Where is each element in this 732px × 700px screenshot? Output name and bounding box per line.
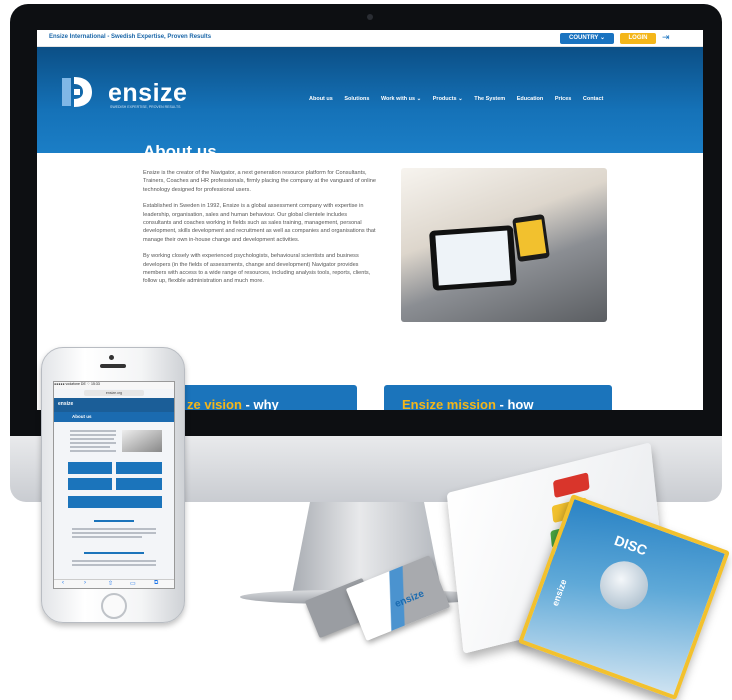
mobile-logo[interactable]: ensize (58, 401, 73, 407)
speaker-grille (100, 364, 126, 368)
devices-photo (401, 168, 607, 322)
nav-the-system[interactable]: The System (474, 96, 505, 102)
mobile-card[interactable] (68, 478, 112, 490)
mission-card[interactable]: Ensize mission - how (384, 385, 612, 410)
mobile-page-title: About us (72, 414, 92, 419)
mobile-card[interactable] (68, 462, 112, 474)
page-title: About us (143, 142, 217, 161)
main-nav: About us Solutions Work with us ⌄ Produc… (309, 96, 613, 102)
mobile-photo (122, 430, 162, 452)
mobile-toolbar: ‹ › ⇧ ▭ ⧉ (54, 579, 174, 588)
tabs-icon[interactable]: ⧉ (154, 580, 158, 587)
nav-contact[interactable]: Contact (583, 96, 603, 102)
mobile-header: ensize (54, 398, 174, 412)
back-icon[interactable]: ‹ (62, 580, 64, 586)
paragraph: Established in Sweden in 1992, Ensize is… (143, 203, 376, 243)
phone-image (512, 213, 550, 263)
mobile-card[interactable] (116, 478, 162, 490)
nav-work-with-us[interactable]: Work with us ⌄ (381, 96, 421, 102)
mobile-card[interactable] (116, 462, 162, 474)
nav-prices[interactable]: Prices (555, 96, 572, 102)
top-bar: Ensize International - Swedish Expertise… (37, 30, 703, 47)
tagline[interactable]: Ensize International - Swedish Expertise… (49, 34, 211, 40)
sign-in-icon[interactable]: ⇥ (662, 32, 670, 43)
ensize-logo-icon[interactable] (62, 75, 94, 109)
login-button[interactable]: LOGIN (620, 33, 656, 44)
nav-solutions[interactable]: Solutions (344, 96, 369, 102)
forward-icon[interactable]: › (84, 580, 86, 586)
nav-education[interactable]: Education (517, 96, 544, 102)
nav-products[interactable]: Products ⌄ (433, 96, 463, 102)
brochure-title: DISC (612, 531, 650, 559)
mission-card-title: - how (495, 397, 534, 410)
mobile-status-bar: ●●●●● vodafone DE ⌔ 15:33 (54, 382, 174, 389)
bookmarks-icon[interactable]: ▭ (130, 580, 136, 587)
brochure-brand: ensize (549, 577, 569, 608)
front-camera-icon (109, 355, 114, 360)
moon-image (593, 554, 655, 617)
mobile-card[interactable] (68, 496, 162, 508)
paragraph: By working closely with experienced psyc… (143, 253, 371, 285)
site-header: ensize SWEDISH EXPERTISE, PROVEN RESULTS… (37, 47, 703, 161)
home-button[interactable] (101, 593, 127, 619)
business-card-brand: ensize (393, 588, 426, 611)
nav-about-us[interactable]: About us (309, 96, 333, 102)
iphone: ●●●●● vodafone DE ⌔ 15:33 ensize.org ens… (41, 347, 185, 623)
tablet-image (429, 225, 517, 291)
mobile-title-bar: About us (54, 412, 174, 422)
country-button[interactable]: COUNTRY ⌄ (560, 33, 614, 44)
paragraph: Ensize is the creator of the Navigator, … (143, 170, 376, 193)
about-text: Ensize is the creator of the Navigator, … (143, 169, 376, 294)
vision-card-highlight: ze vision (187, 397, 242, 410)
vision-card-title: - why (241, 397, 279, 410)
camera-icon (367, 14, 373, 20)
mission-card-highlight: Ensize mission (402, 397, 496, 410)
logo-subtitle: SWEDISH EXPERTISE, PROVEN RESULTS (110, 105, 181, 109)
iphone-screen: ●●●●● vodafone DE ⌔ 15:33 ensize.org ens… (53, 381, 175, 589)
share-icon[interactable]: ⇧ (108, 580, 113, 587)
mobile-url-bar[interactable]: ensize.org (84, 390, 144, 396)
vision-card[interactable]: ze vision - why (169, 385, 357, 410)
logo-text[interactable]: ensize (108, 79, 187, 108)
